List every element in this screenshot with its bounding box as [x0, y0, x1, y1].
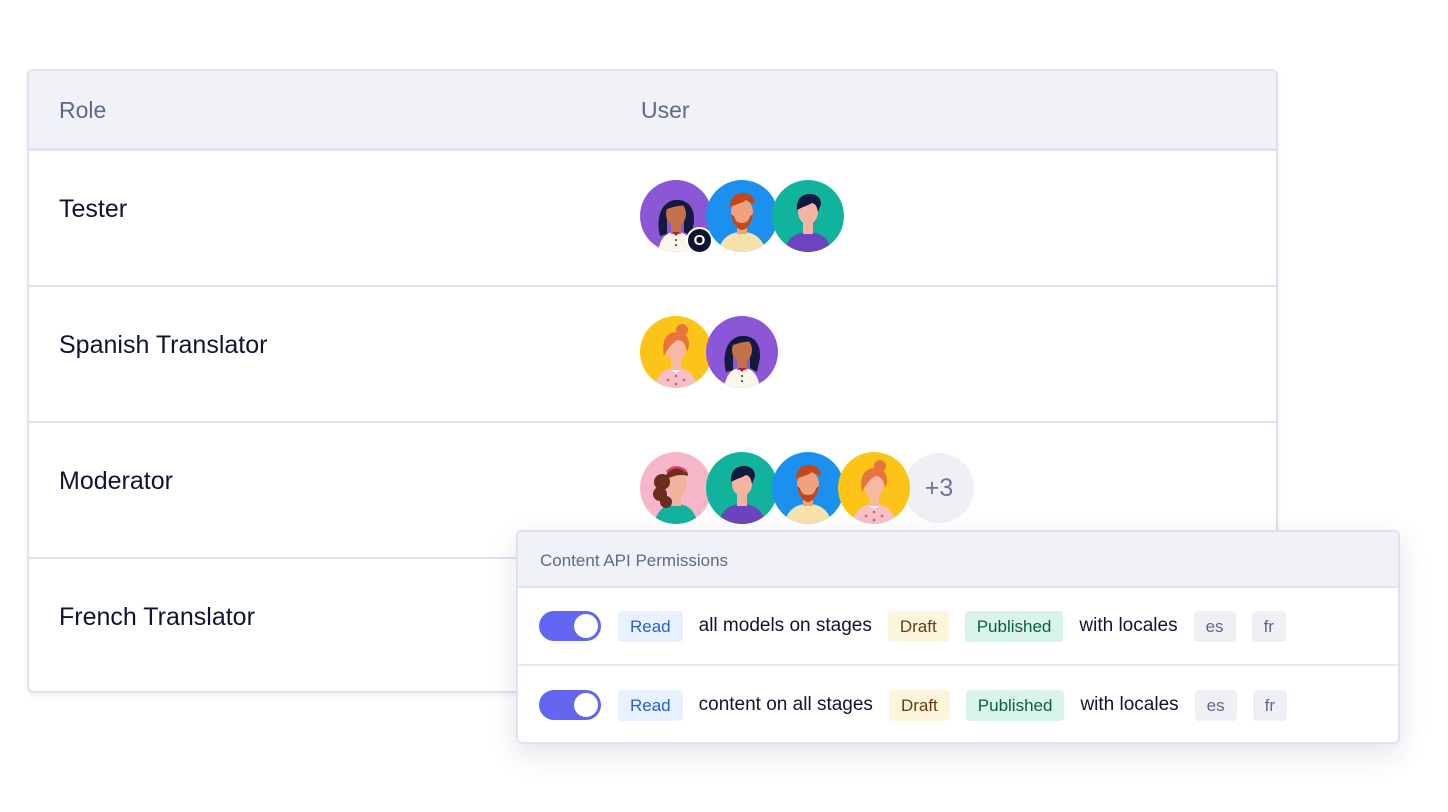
stage-chip-published[interactable]: Published	[964, 610, 1064, 642]
action-chip[interactable]: Read	[618, 689, 683, 721]
locale-chip-es[interactable]: es	[1194, 689, 1237, 721]
avatar[interactable]	[706, 180, 778, 252]
avatar[interactable]	[838, 452, 910, 524]
table-header: Role User	[29, 71, 1276, 151]
avatar[interactable]	[640, 452, 712, 524]
locale-chip-es[interactable]: es	[1193, 610, 1236, 642]
avatar[interactable]	[640, 316, 712, 388]
permission-row: Read content on all stages Draft Publish…	[518, 666, 1398, 742]
avatar[interactable]	[772, 180, 844, 252]
user-avatar-group: +3	[640, 452, 974, 526]
action-chip[interactable]: Read	[618, 610, 683, 642]
role-name: Moderator	[59, 467, 173, 495]
user-avatar-group	[640, 316, 778, 390]
locales-text: with locales	[1079, 615, 1178, 636]
avatar[interactable]	[706, 316, 778, 388]
stage-chip-published[interactable]: Published	[965, 689, 1065, 721]
avatar[interactable]	[706, 452, 778, 524]
table-row[interactable]: Spanish Translator	[29, 287, 1276, 423]
locale-chip-fr[interactable]: fr	[1252, 689, 1288, 721]
role-name: Spanish Translator	[59, 331, 268, 359]
user-column-header: User	[641, 97, 690, 123]
stage-chip-draft[interactable]: Draft	[887, 610, 949, 642]
locales-text: with locales	[1080, 694, 1179, 715]
role-name: Tester	[59, 195, 128, 223]
toggle-knob	[574, 693, 598, 717]
content-api-permissions-panel: Content API Permissions Read all models …	[516, 530, 1400, 744]
permission-toggle[interactable]	[539, 611, 601, 641]
permission-row: Read all models on stages Draft Publishe…	[518, 588, 1398, 666]
locale-chip-fr[interactable]: fr	[1251, 610, 1286, 642]
panel-title: Content API Permissions	[518, 532, 1398, 588]
permission-scope-text: all models on stages	[698, 615, 872, 636]
table-row[interactable]: Tester O	[29, 151, 1276, 287]
permission-scope-text: content on all stages	[698, 694, 873, 715]
role-name: French Translator	[59, 603, 255, 631]
toggle-knob	[574, 614, 598, 638]
more-users-count[interactable]: +3	[904, 453, 974, 523]
role-column-header: Role	[59, 97, 107, 123]
avatar[interactable]	[772, 452, 844, 524]
stage-chip-draft[interactable]: Draft	[888, 689, 950, 721]
user-avatar-group: O	[640, 180, 844, 254]
permission-toggle[interactable]	[539, 690, 601, 720]
